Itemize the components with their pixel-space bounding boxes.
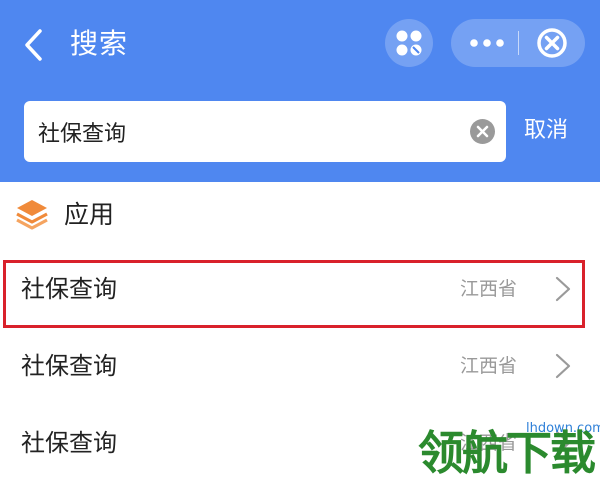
chevron-right-icon [555,353,571,379]
back-button[interactable] [14,25,54,65]
watermark-text: 领航下载 [418,426,596,480]
top-bar: 搜索 社保查询 取消 [0,0,600,182]
result-region: 江西省 [460,278,518,300]
result-name: 社保查询 [21,275,117,303]
clear-icon [476,125,489,138]
chevron-left-icon [25,29,42,61]
result-region: 江西省 [460,355,518,377]
search-bar [24,101,506,162]
mini-program-icon [396,30,422,56]
more-button[interactable] [451,19,518,67]
clear-button[interactable] [470,119,495,144]
layers-icon [16,200,48,230]
mini-program-button[interactable] [385,19,433,67]
result-name: 社保查询 [21,429,117,457]
close-button[interactable] [519,19,585,67]
close-circle-icon [537,28,567,58]
cancel-button[interactable]: 取消 [524,113,568,149]
result-item[interactable]: 社保查询 江西省 [0,251,600,327]
more-dots-icon [470,39,504,47]
section-title: 应用 [64,200,115,229]
result-item[interactable]: 社保查询 江西省 [0,328,600,404]
search-input[interactable] [38,101,458,162]
capsule-menu [451,19,585,67]
chevron-right-icon [555,276,571,302]
section-header: 应用 [0,182,600,252]
watermark: lhdown.com 领航下载 [418,418,600,479]
result-name: 社保查询 [21,352,117,380]
page-title: 搜索 [70,27,129,60]
